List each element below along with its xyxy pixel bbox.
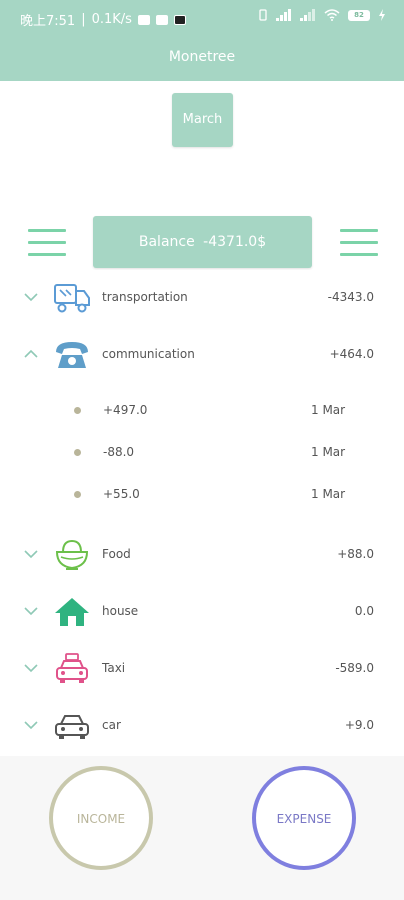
category-label: house bbox=[102, 604, 139, 618]
entry-amount: -88.0 bbox=[103, 445, 135, 459]
category-label: transportation bbox=[102, 290, 188, 304]
status-time: 晚上7:51 bbox=[20, 14, 76, 29]
category-amount: 0.0 bbox=[354, 604, 374, 618]
entry-date: 1 Mar bbox=[311, 487, 346, 501]
right-menu-icon[interactable] bbox=[340, 229, 378, 256]
category-amount: -589.0 bbox=[335, 661, 374, 675]
bullet-icon bbox=[74, 407, 81, 414]
bullet-icon bbox=[74, 491, 81, 498]
house-icon bbox=[55, 598, 89, 626]
rice-bowl-icon bbox=[55, 539, 89, 570]
category-amount: +9.0 bbox=[344, 718, 374, 732]
app-title: Monetree bbox=[0, 36, 404, 81]
left-menu-icon[interactable] bbox=[28, 229, 66, 256]
entry-date: 1 Mar bbox=[311, 403, 346, 417]
entry-date: 1 Mar bbox=[311, 445, 346, 459]
category-label: car bbox=[102, 718, 121, 732]
category-label: Food bbox=[102, 547, 131, 561]
category-amount: -4343.0 bbox=[327, 290, 374, 304]
bullet-icon bbox=[74, 449, 81, 456]
income-button[interactable]: INCOME bbox=[49, 766, 153, 870]
category-row-taxi[interactable]: Taxi -589.0 bbox=[0, 641, 404, 698]
entry-row[interactable]: +497.0 1 Mar bbox=[0, 392, 404, 434]
category-row-communication[interactable]: communication +464.0 bbox=[0, 327, 404, 384]
month-button[interactable]: March bbox=[172, 93, 233, 147]
balance-value: -4371.0$ bbox=[203, 234, 267, 250]
category-amount: +464.0 bbox=[329, 347, 374, 361]
chevron-down-icon[interactable] bbox=[23, 662, 39, 674]
category-row-house[interactable]: house 0.0 bbox=[0, 584, 404, 641]
balance-button[interactable]: Balance -4371.0$ bbox=[93, 216, 312, 268]
chevron-up-icon[interactable] bbox=[23, 348, 39, 360]
status-speed: 0.1K/s bbox=[91, 12, 132, 27]
shield-icon bbox=[155, 14, 168, 25]
category-label: Taxi bbox=[102, 661, 126, 675]
entry-row[interactable]: +55.0 1 Mar bbox=[0, 476, 404, 518]
chevron-down-icon[interactable] bbox=[23, 291, 39, 303]
chevron-down-icon[interactable] bbox=[23, 548, 39, 560]
entry-amount: +497.0 bbox=[103, 403, 148, 417]
entry-row[interactable]: -88.0 1 Mar bbox=[0, 434, 404, 476]
telephone-icon bbox=[56, 342, 88, 368]
balance-label: Balance bbox=[138, 234, 195, 250]
entry-amount: +55.0 bbox=[103, 487, 140, 501]
category-row-car[interactable]: car +9.0 bbox=[0, 698, 404, 755]
category-amount: +88.0 bbox=[337, 547, 374, 561]
charging-icon bbox=[379, 9, 385, 21]
category-row-transportation[interactable]: transportation -4343.0 bbox=[0, 270, 404, 327]
signal-icon bbox=[276, 9, 291, 21]
status-separator: | bbox=[81, 12, 86, 27]
expense-button[interactable]: EXPENSE bbox=[252, 766, 356, 870]
wifi-icon bbox=[324, 9, 340, 21]
tiktok-icon bbox=[173, 14, 186, 25]
truck-icon bbox=[54, 284, 90, 313]
notification-icon bbox=[137, 14, 150, 25]
category-row-food[interactable]: Food +88.0 bbox=[0, 527, 404, 584]
car-icon bbox=[55, 715, 89, 739]
category-label: communication bbox=[102, 347, 195, 361]
signal-icon-2 bbox=[300, 9, 315, 21]
vibrate-icon bbox=[259, 9, 267, 21]
taxi-icon bbox=[56, 653, 88, 683]
category-list: transportation -4343.0 communication +46… bbox=[0, 270, 404, 756]
chevron-down-icon[interactable] bbox=[23, 719, 39, 731]
chevron-down-icon[interactable] bbox=[23, 605, 39, 617]
status-bar: 晚上7:51 | 0.1K/s 82 bbox=[0, 0, 404, 36]
battery-icon: 82 bbox=[348, 9, 370, 21]
